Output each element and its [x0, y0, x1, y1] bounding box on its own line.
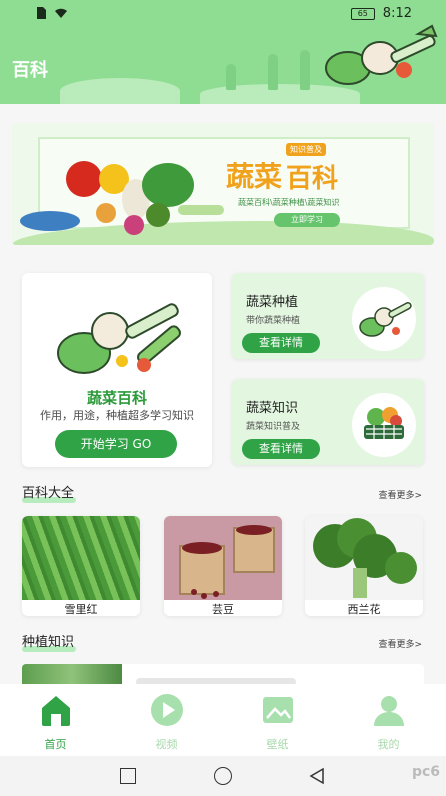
back-button[interactable]: [308, 767, 326, 785]
tab-home[interactable]: 首页: [0, 684, 111, 756]
encyclopedia-item[interactable]: 雪里红: [22, 516, 140, 616]
vegetables-icon: [359, 302, 412, 337]
watermark-logo: pc6: [411, 764, 440, 780]
sprout-decoration: [226, 64, 236, 90]
card-illustration: [352, 393, 416, 457]
page-title: 百科: [12, 60, 48, 81]
item-label: 西兰花: [347, 603, 381, 616]
system-navigation-bar: pc6: [0, 756, 446, 796]
card-title: 蔬菜种植: [246, 295, 299, 310]
vegetable-pile-illustration: [20, 161, 224, 235]
sprout-decoration: [300, 50, 310, 90]
play-icon: [151, 694, 183, 726]
view-details-button[interactable]: 查看详情: [242, 439, 320, 459]
header: 65 8:12 百科: [0, 0, 446, 104]
banner-tag: 知识普及: [286, 143, 327, 156]
user-icon: [374, 696, 404, 726]
bottom-tab-bar: 首页 视频 壁纸 我的: [0, 684, 446, 756]
sprout-decoration: [268, 54, 278, 90]
vegetables-illustration: [325, 24, 438, 85]
card-title: 蔬菜百科: [86, 389, 147, 407]
see-more-planting-link[interactable]: 查看更多>: [378, 637, 422, 650]
kidney-beans-image: [164, 516, 282, 600]
vegetable-knowledge-card[interactable]: 蔬菜知识 蔬菜知识普及 查看详情: [232, 379, 424, 465]
recent-apps-button[interactable]: [120, 768, 136, 784]
broccoli-image: [305, 516, 423, 600]
banner-title-a: 蔬菜: [226, 160, 283, 193]
home-button[interactable]: [214, 767, 232, 785]
view-details-button[interactable]: 查看详情: [242, 333, 320, 353]
start-learning-button[interactable]: 开始学习 GO: [55, 430, 177, 458]
promo-banner[interactable]: 蔬菜 知识普及 百科 蔬菜百科\蔬菜种植\蔬菜知识 立即学习: [12, 123, 434, 245]
card-description: 蔬菜知识普及: [246, 422, 301, 432]
home-icon: [42, 696, 70, 726]
tab-video[interactable]: 视频: [111, 684, 222, 756]
vegetable-planting-card[interactable]: 蔬菜种植 带你蔬菜种植 查看详情: [232, 273, 424, 359]
section-title-planting: 种植知识: [22, 635, 75, 650]
mustard-greens-image: [22, 516, 140, 600]
item-label: 芸豆: [212, 603, 234, 616]
hill-decoration: [60, 78, 180, 104]
screen: 65 8:12 百科 蔬菜 知识普及 百科 蔬菜百科\蔬菜种植\蔬菜知识 立即学…: [0, 0, 446, 796]
vegetables-illustration: [57, 303, 181, 374]
card-illustration: [352, 287, 416, 351]
tab-profile[interactable]: 我的: [333, 684, 444, 756]
card-description: 带你蔬菜种植: [246, 316, 301, 326]
basket-icon: [364, 407, 404, 439]
item-label: 雪里红: [64, 603, 98, 616]
battery-icon: 65: [350, 7, 375, 20]
tab-label: 首页: [44, 738, 67, 751]
encyclopedia-item[interactable]: 芸豆: [164, 516, 282, 616]
card-description: 作用，用途，种植超多学习知识: [40, 409, 194, 422]
tab-label: 我的: [377, 738, 400, 751]
card-title: 蔬菜知识: [246, 401, 299, 416]
banner-title-b: 百科: [286, 164, 339, 194]
tab-label: 视频: [155, 738, 178, 751]
tab-label: 壁纸: [266, 738, 289, 751]
learn-now-button[interactable]: 立即学习: [274, 213, 340, 227]
banner-subtitle: 蔬菜百科\蔬菜种植\蔬菜知识: [238, 198, 340, 207]
sim-icon: [37, 7, 46, 19]
see-more-encyclopedia-link[interactable]: 查看更多>: [378, 488, 422, 501]
wallpaper-icon: [263, 697, 293, 723]
banner-title: 蔬菜 知识普及 百科: [226, 143, 338, 195]
section-title-encyclopedia: 百科大全: [22, 486, 75, 501]
wifi-icon: [55, 8, 67, 18]
encyclopedia-item[interactable]: 西兰花: [305, 516, 423, 616]
vegetable-encyclopedia-card[interactable]: 蔬菜百科 作用，用途，种植超多学习知识 开始学习 GO: [22, 273, 212, 467]
clock: 8:12: [382, 6, 412, 21]
tab-wallpaper[interactable]: 壁纸: [222, 684, 333, 756]
